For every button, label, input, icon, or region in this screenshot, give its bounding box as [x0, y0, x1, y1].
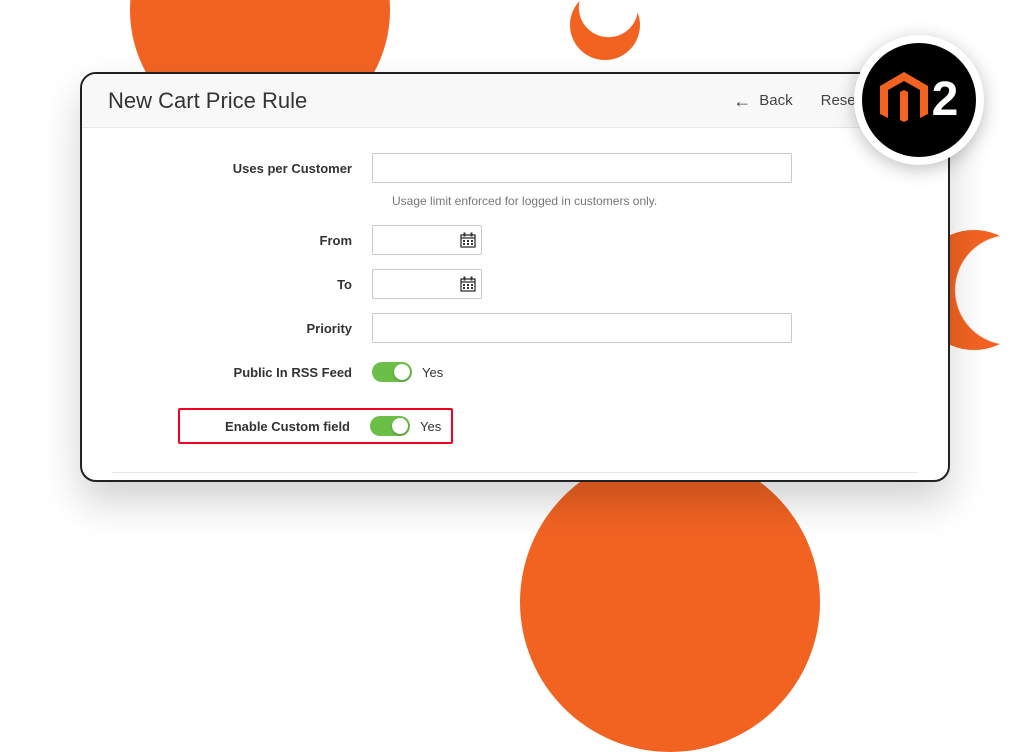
public-rss-toggle[interactable] [372, 362, 412, 382]
label-from: From [112, 233, 372, 248]
field-priority: Priority [112, 306, 918, 350]
uses-per-customer-hint: Usage limit enforced for logged in custo… [392, 194, 918, 208]
section-conditions[interactable]: Conditions [112, 472, 918, 482]
enable-custom-field-toggle[interactable] [370, 416, 410, 436]
panel-header: New Cart Price Rule ← Back Reset Save [82, 74, 948, 128]
magento-logo-icon [880, 72, 928, 128]
badge-text: 2 [932, 76, 959, 124]
arrow-left-icon: ← [733, 92, 751, 110]
label-priority: Priority [112, 321, 372, 336]
form-body: Uses per Customer Usage limit enforced f… [82, 128, 948, 482]
bg-shape [520, 452, 820, 752]
public-rss-state: Yes [422, 365, 443, 380]
priority-input[interactable] [372, 313, 792, 343]
admin-panel: New Cart Price Rule ← Back Reset Save Us… [80, 72, 950, 482]
to-date-input[interactable] [372, 269, 482, 299]
field-to: To [112, 262, 918, 306]
label-enable-custom-field: Enable Custom field [190, 419, 370, 434]
field-from: From [112, 218, 918, 262]
back-label: Back [759, 92, 792, 109]
uses-per-customer-input[interactable] [372, 153, 792, 183]
highlight-box: Enable Custom field Yes [178, 408, 453, 444]
field-uses-per-customer: Uses per Customer [112, 146, 918, 190]
label-public-rss: Public In RSS Feed [112, 365, 372, 380]
page-title: New Cart Price Rule [108, 88, 705, 114]
from-date-input[interactable] [372, 225, 482, 255]
back-button[interactable]: ← Back [733, 92, 792, 110]
enable-custom-field-state: Yes [420, 419, 441, 434]
magento2-badge: 2 [854, 35, 984, 165]
label-uses-per-customer: Uses per Customer [112, 161, 372, 176]
label-to: To [112, 277, 372, 292]
bg-shape [570, 0, 640, 60]
field-enable-custom-field: Enable Custom field Yes [112, 404, 918, 448]
field-public-rss: Public In RSS Feed Yes [112, 350, 918, 394]
